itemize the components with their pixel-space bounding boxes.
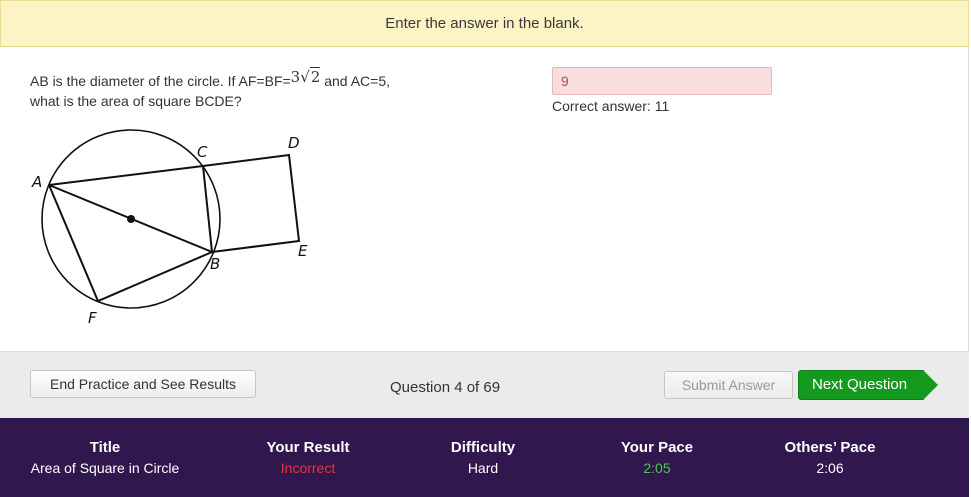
math-coefficient: 3 [290, 68, 301, 86]
label-a: A [31, 173, 42, 191]
stats-footer: Title Area of Square in Circle Your Resu… [0, 418, 969, 497]
question-panel: AB is the diameter of the circle. If AF=… [0, 47, 969, 351]
label-c: C [197, 143, 208, 161]
stat-title: Title Area of Square in Circle [10, 438, 200, 478]
stat-your-pace-label: Your Pace [620, 439, 694, 456]
stat-result-value: Incorrect [280, 460, 336, 476]
correct-answer-text: Correct answer: 11 [552, 98, 670, 114]
label-d: D [288, 134, 300, 152]
answer-input[interactable]: 9 [552, 67, 772, 95]
stat-others-pace-value: 2:06 [816, 460, 844, 476]
stat-title-value: Area of Square in Circle [30, 460, 180, 476]
label-e: E [298, 242, 308, 260]
stat-difficulty-label: Difficulty [450, 439, 516, 456]
geometry-figure: A C D E B F [31, 129, 308, 327]
center-point [127, 215, 135, 223]
action-toolbar: End Practice and See Results Question 4 … [0, 351, 969, 418]
math-expression: 3√2 [290, 67, 321, 87]
radical-sign: √ [300, 68, 310, 86]
stat-difficulty-value: Hard [467, 460, 499, 476]
label-b: B [210, 255, 220, 273]
end-practice-button[interactable]: End Practice and See Results [30, 370, 256, 398]
question-text: AB is the diameter of the circle. If AF=… [30, 67, 470, 111]
label-f: F [88, 309, 97, 327]
stat-your-pace-value: 2:05 [643, 460, 671, 476]
stat-result-label: Your Result [266, 439, 350, 456]
stat-others-pace: Others’ Pace 2:06 [760, 438, 900, 478]
question-line-1-text: AB is the diameter of the circle. If AF=… [30, 73, 291, 89]
question-line-1-end: and AC=5, [320, 73, 390, 89]
stat-title-label: Title [89, 439, 121, 456]
question-counter: Question 4 of 69 [390, 379, 501, 396]
stat-result: Your Result Incorrect [230, 438, 386, 478]
next-question-button[interactable]: Next Question [798, 370, 938, 400]
instruction-text: Enter the answer in the blank. [385, 15, 584, 32]
triangle-afb [48, 184, 215, 303]
stat-others-pace-label: Others’ Pace [784, 439, 876, 456]
question-line-2: what is the area of square BCDE? [30, 93, 242, 109]
submit-answer-button[interactable]: Submit Answer [664, 371, 793, 399]
stat-your-pace: Your Pace 2:05 [587, 438, 727, 478]
stat-difficulty: Difficulty Hard [413, 438, 553, 478]
instruction-banner: Enter the answer in the blank. [0, 0, 969, 47]
sqrt-symbol: √2 [300, 67, 321, 87]
segment-ac [48, 165, 204, 186]
radicand: 2 [309, 67, 321, 86]
question-line-1: AB is the diameter of the circle. If AF=… [30, 67, 470, 91]
